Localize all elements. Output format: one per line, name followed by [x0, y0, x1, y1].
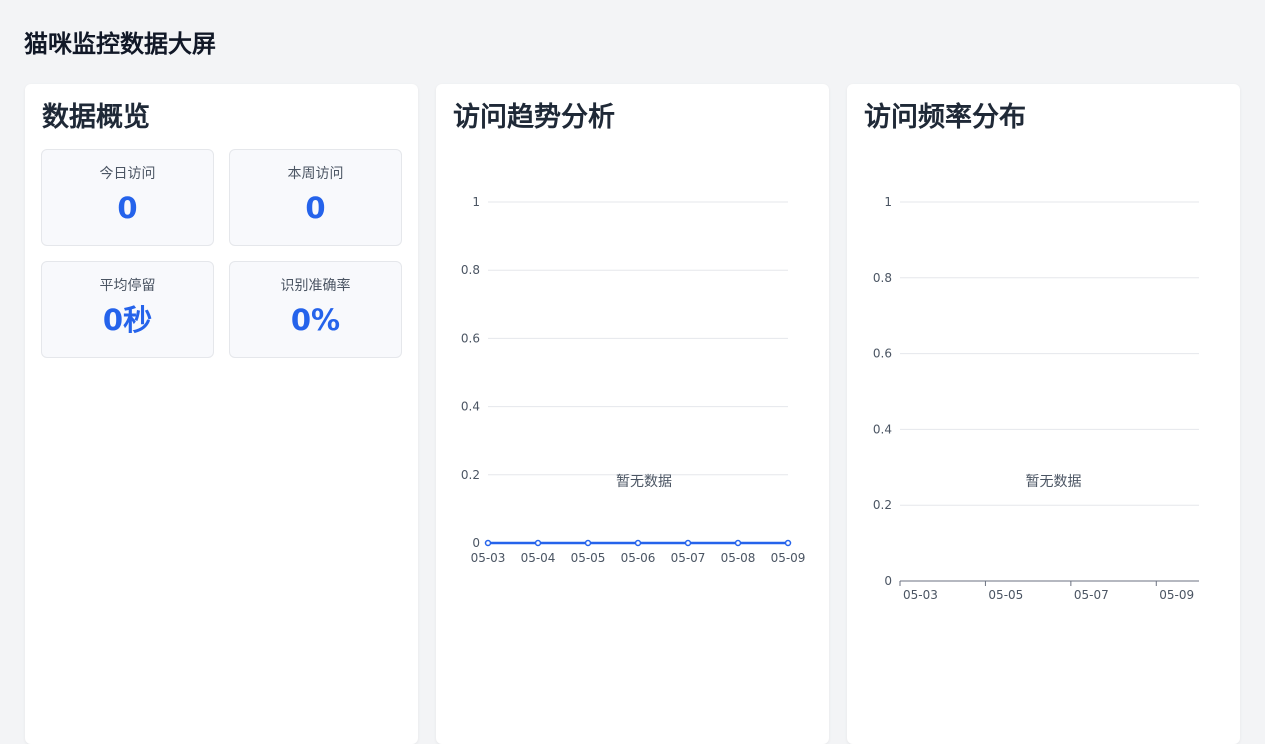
y-tick-label: 1	[884, 195, 892, 209]
stat-card-accuracy: 识别准确率 0%	[229, 261, 402, 358]
overview-panel: 数据概览 今日访问 0 本周访问 0 平均停留 0秒 识别准确率 0%	[25, 84, 418, 744]
data-point	[484, 539, 492, 547]
stat-value: 0	[117, 191, 138, 225]
page-title: 猫咪监控数据大屏	[24, 30, 216, 58]
y-tick-label: 0.2	[461, 468, 480, 482]
stat-label: 今日访问	[99, 166, 156, 182]
x-tick-label: 05-09	[1159, 588, 1194, 602]
frequency-title: 访问频率分布	[864, 102, 1026, 133]
trend-panel: 访问趋势分析 0 0.2 0.4 0.6 0.8 1 05-03 05-04 05-05 05-0…	[436, 84, 829, 744]
y-tick-label: 0.6	[873, 347, 892, 361]
stat-card-today-visits: 今日访问 0	[41, 149, 214, 246]
y-tick-label: 0.2	[873, 498, 892, 512]
x-tick-label: 05-06	[621, 551, 656, 565]
data-point	[534, 539, 542, 547]
y-tick-label: 0.4	[461, 400, 480, 414]
y-tick-label: 0.8	[873, 271, 892, 285]
x-tick-label: 05-03	[471, 551, 506, 565]
frequency-chart[interactable]: 0 0.2 0.4 0.6 0.8 1 05-03 05-05 05-07 05-09 暂无数据	[847, 144, 1240, 664]
stat-card-week-visits: 本周访问 0	[229, 149, 402, 246]
y-tick-label: 0	[472, 536, 480, 550]
x-tick-label: 05-07	[1074, 588, 1109, 602]
y-tick-label: 1	[472, 195, 480, 209]
trend-chart[interactable]: 0 0.2 0.4 0.6 0.8 1 05-03 05-04 05-05 05-06 05-07 0…	[436, 144, 829, 664]
x-tick-label: 05-05	[571, 551, 606, 565]
x-tick-label: 05-04	[521, 551, 556, 565]
stat-value: 0	[305, 191, 326, 225]
stat-label: 识别准确率	[280, 278, 351, 294]
y-tick-label: 0.4	[873, 422, 892, 436]
trend-title: 访问趋势分析	[453, 102, 615, 133]
x-tick-label: 05-03	[903, 588, 938, 602]
data-point	[584, 539, 592, 547]
y-tick-label: 0.8	[461, 263, 480, 277]
data-point	[684, 539, 692, 547]
frequency-panel: 访问频率分布 0 0.2 0.4 0.6 0.8 1 05-03 05-05 05-07 05-0…	[847, 84, 1240, 744]
x-tick-label: 05-07	[671, 551, 706, 565]
stat-card-avg-stay: 平均停留 0秒	[41, 261, 214, 358]
x-tick-label: 05-08	[721, 551, 756, 565]
stat-label: 平均停留	[99, 278, 156, 294]
empty-annotation: 暂无数据	[1026, 474, 1082, 490]
x-tick-label: 05-09	[771, 551, 806, 565]
stat-value: 0%	[290, 303, 341, 337]
stat-value: 0秒	[102, 303, 153, 337]
y-tick-label: 0.6	[461, 331, 480, 345]
x-tick-label: 05-05	[988, 588, 1023, 602]
data-point	[784, 539, 792, 547]
stat-label: 本周访问	[287, 166, 344, 182]
y-tick-label: 0	[884, 574, 892, 588]
data-point	[734, 539, 742, 547]
data-point	[634, 539, 642, 547]
empty-annotation: 暂无数据	[616, 474, 672, 490]
overview-title: 数据概览	[42, 102, 150, 133]
